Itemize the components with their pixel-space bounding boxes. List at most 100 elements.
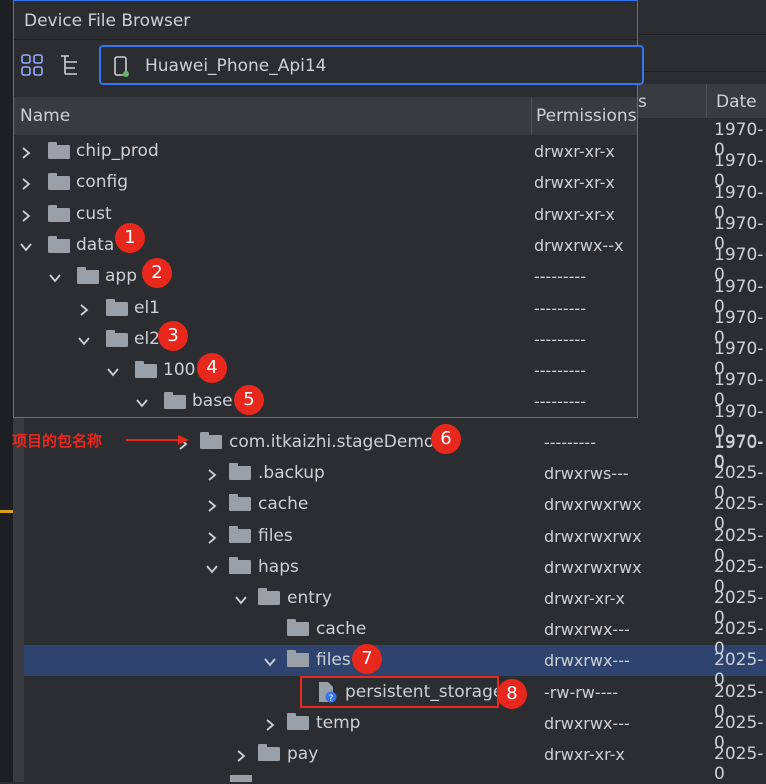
bg-tree-row-permissions: drwxrwxrwx <box>544 557 642 577</box>
bg-tree-row-files[interactable]: files drwxrwx--- 2025-0 <box>24 645 766 690</box>
bg-tree-row-cache[interactable]: cache drwxrwxrwx 2025-0 <box>24 489 766 534</box>
phone-icon <box>113 56 131 82</box>
folder-icon <box>258 588 280 605</box>
panel-title-bar: Device File Browser <box>14 1 637 40</box>
tree-row-name: config <box>76 172 129 193</box>
chevron-down-icon[interactable] <box>234 592 248 606</box>
col-header-date[interactable]: Date <box>716 92 757 112</box>
bg-tree-row-files[interactable]: files drwxrwxrwx 2025-0 <box>24 521 766 566</box>
folder-icon <box>48 142 70 159</box>
chevron-right-icon[interactable] <box>19 208 33 222</box>
grid-view-icon[interactable] <box>20 53 44 81</box>
bg-tree-row-temp[interactable]: temp drwxrwx--- 2025-0 <box>24 708 766 753</box>
tree-row-permissions: drwxr-xr-x <box>534 173 615 193</box>
bg-tree-row-entry[interactable]: entry drwxr-xr-x 2025-0 <box>24 583 766 628</box>
col-header-partial: s <box>638 92 647 112</box>
chevron-right-icon[interactable] <box>205 530 219 544</box>
tree-row-name: 100 <box>163 360 196 381</box>
folder-icon <box>200 432 222 449</box>
bg-tree-row-pay[interactable]: pay drwxr-xr-x 2025-0 <box>24 739 766 784</box>
folder-icon <box>135 361 157 379</box>
tree-row-app[interactable]: app --------- <box>14 262 637 293</box>
bg-tree-row-permissions: drwxrwx--- <box>544 620 630 640</box>
folder-icon <box>77 267 99 285</box>
left-gutter <box>0 0 13 782</box>
tree-row-permissions: --------- <box>534 298 586 318</box>
device-name: Huawei_Phone_Api14 <box>145 56 327 76</box>
bg-toolbar <box>638 0 766 34</box>
partial-folder-icon <box>230 775 252 782</box>
annotation-arrow <box>126 432 190 451</box>
bg-tree-row-permissions: drwxrwxrwx <box>544 526 642 546</box>
panel-title: Device File Browser <box>24 11 191 31</box>
col-header-permissions[interactable]: Permissions <box>536 106 637 126</box>
bg-tree-row-permissions: drwxr-xr-x <box>544 745 625 764</box>
folder-icon <box>287 650 309 668</box>
annotation-badge-5: 5 <box>234 385 264 415</box>
bg-tree-row-name: pay <box>287 744 319 764</box>
tree-row-name: data <box>76 234 115 255</box>
bg-tree-row--backup[interactable]: .backup drwxrws--- 2025-0 <box>24 458 766 503</box>
bg-tree-row-date: 2025-0 <box>714 744 764 784</box>
bg-tree-row-permissions: drwxrwx--- <box>544 713 630 733</box>
folder-icon <box>287 712 309 730</box>
panel-column-header: Name Permissions <box>14 97 637 135</box>
tree-row-permissions: drwxr-xr-x <box>534 204 615 224</box>
tree-row-permissions: --------- <box>534 392 586 412</box>
chevron-down-icon[interactable] <box>263 654 277 668</box>
bg-tree-row-name: cache <box>316 619 367 640</box>
col-header-name[interactable]: Name <box>20 106 70 126</box>
annotation-badge-7: 7 <box>352 644 382 674</box>
bg-tree-row-permissions: drwxrws--- <box>544 464 629 484</box>
chevron-down-icon[interactable] <box>77 333 91 347</box>
tree-row-cust[interactable]: cust drwxr-xr-x <box>14 200 637 231</box>
bg-tree-row-name: haps <box>258 556 299 577</box>
tree-row-name: el2 <box>134 328 160 349</box>
bg-tree-row-permissions: drwxrwx--- <box>544 651 630 671</box>
bg-tree-row-name: files <box>258 525 293 546</box>
chevron-down-icon[interactable] <box>106 364 120 378</box>
device-file-browser-panel: Device File Browser Huawei_Phone_Api14 N… <box>13 0 644 418</box>
tree-row-data[interactable]: data drwxrwx--x <box>14 231 637 262</box>
bg-column-header: s Date <box>638 84 766 118</box>
bg-tree-row-cache[interactable]: cache drwxrwx--- 2025-0 <box>24 614 766 659</box>
tree-row-el2[interactable]: el2 --------- <box>14 325 637 356</box>
folder-icon <box>48 204 70 222</box>
tree-row-name: el1 <box>134 297 160 318</box>
chevron-right-icon[interactable] <box>77 302 91 316</box>
chevron-down-icon[interactable] <box>135 395 149 409</box>
folder-icon <box>229 463 251 481</box>
chevron-right-icon[interactable] <box>205 498 219 513</box>
tree-row-config[interactable]: config drwxr-xr-x <box>14 168 637 199</box>
tree-row-permissions: --------- <box>534 361 586 381</box>
annotation-highlight-box <box>300 676 499 708</box>
annotation-label: 项目的包名称 <box>12 432 103 450</box>
chevron-right-icon[interactable] <box>234 748 248 762</box>
device-selector[interactable]: Huawei_Phone_Api14 <box>99 45 644 85</box>
bg-tree-row-name: files <box>316 650 351 671</box>
folder-icon <box>287 619 309 637</box>
bg-tree-row-haps[interactable]: haps drwxrwxrwx 2025-0 <box>24 552 766 597</box>
tree-row-name: app <box>105 266 137 287</box>
tree-row-name: cust <box>76 203 112 224</box>
bg-tree-row-name: cache <box>258 494 309 515</box>
tree-view-icon[interactable] <box>58 53 82 81</box>
chevron-right-icon[interactable] <box>263 717 277 731</box>
tree-row-100[interactable]: 100 --------- <box>14 356 637 387</box>
chevron-right-icon[interactable] <box>19 176 33 190</box>
tree-row-el1[interactable]: el1 --------- <box>14 294 637 325</box>
bg-tree-row-name: entry <box>287 588 332 608</box>
folder-icon <box>229 556 251 574</box>
chevron-down-icon[interactable] <box>205 561 219 575</box>
chevron-down-icon[interactable] <box>48 270 62 284</box>
chevron-down-icon[interactable] <box>19 239 33 253</box>
bg-tree-row-name: temp <box>316 712 361 733</box>
tree-row-chip_prod[interactable]: chip_prod drwxr-xr-x <box>14 137 637 168</box>
bg-toolbar-2 <box>638 34 766 72</box>
chevron-right-icon[interactable] <box>19 145 33 159</box>
annotation-badge-2: 2 <box>142 258 172 288</box>
tree-row-base[interactable]: base --------- <box>14 387 637 418</box>
chevron-right-icon[interactable] <box>205 467 219 481</box>
folder-icon <box>106 298 128 316</box>
bg-tree-row-name: .backup <box>258 463 325 484</box>
